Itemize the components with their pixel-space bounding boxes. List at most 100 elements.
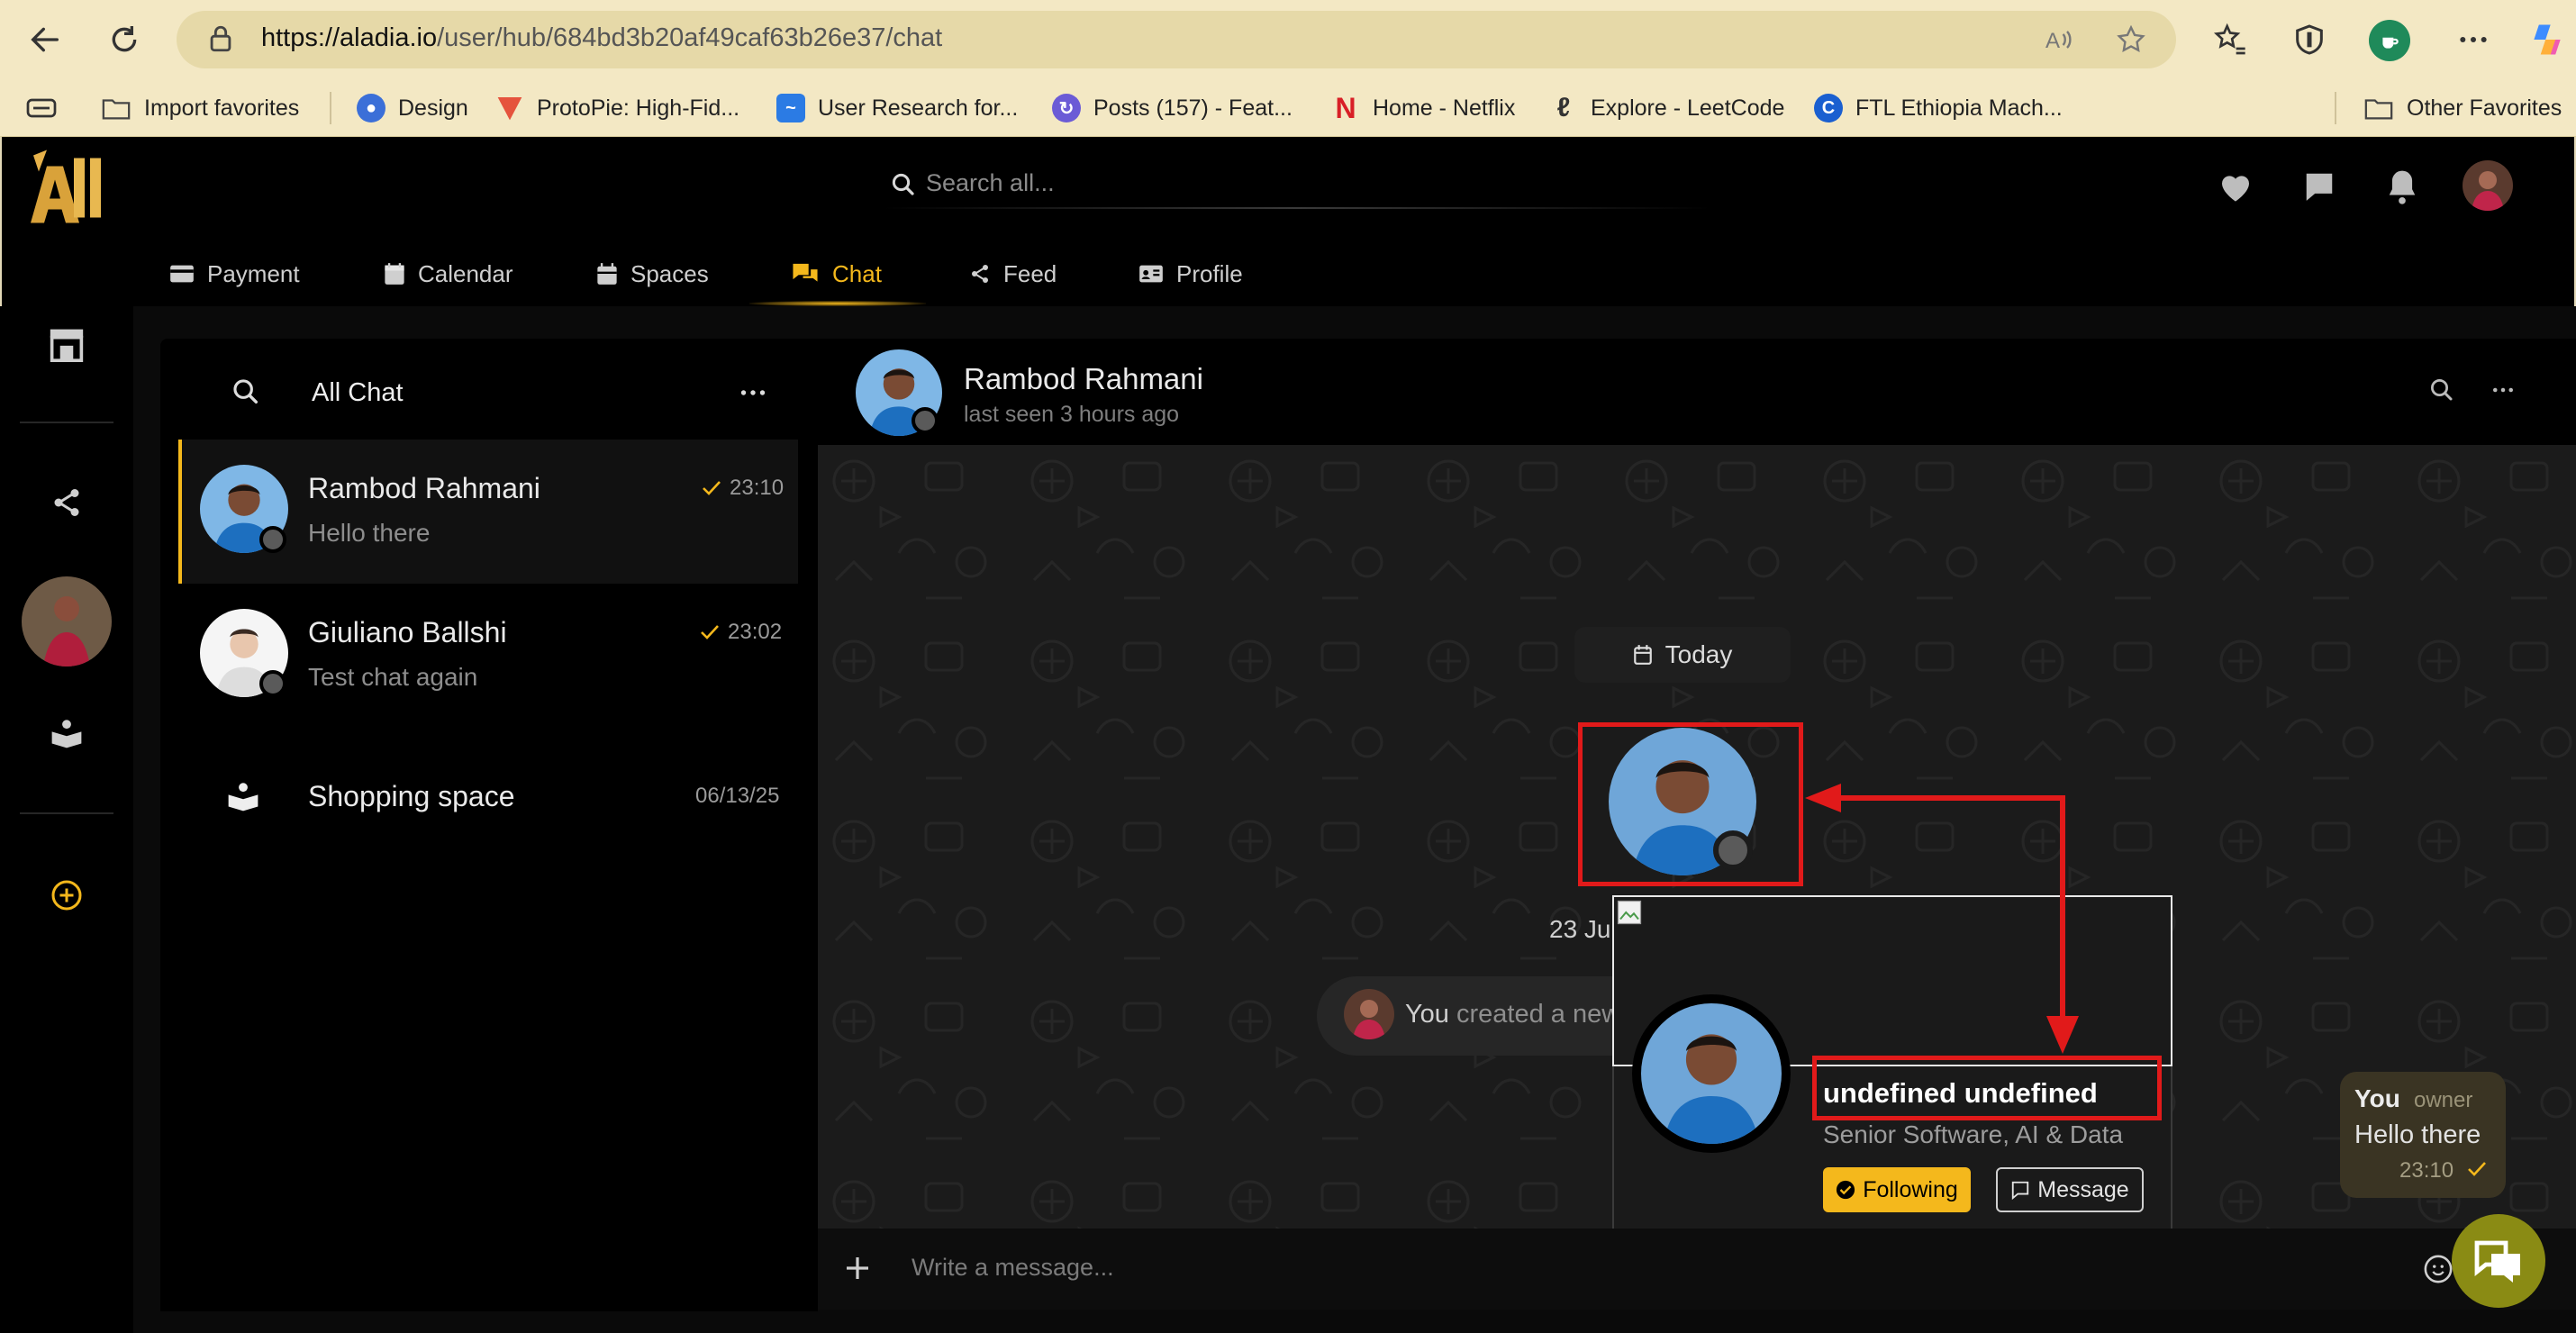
more-dots-icon[interactable] bbox=[2488, 376, 2518, 404]
bookmark-leetcode[interactable]: ℓ Explore - LeetCode bbox=[1549, 88, 1785, 128]
tab-label: Spaces bbox=[630, 259, 709, 287]
read-aloud-icon[interactable]: A bbox=[2043, 23, 2075, 56]
share-icon bbox=[969, 263, 991, 285]
svg-text:A: A bbox=[2045, 29, 2060, 53]
chat-time: 23:10 bbox=[701, 476, 784, 501]
bookmark-design[interactable]: ● Design bbox=[357, 88, 468, 128]
bookmark-other-favorites[interactable]: Other Favorites bbox=[2363, 88, 2562, 128]
tab-label: Chat bbox=[832, 259, 882, 287]
message-input[interactable]: Write a message... bbox=[912, 1254, 1114, 1282]
book-icon[interactable] bbox=[49, 717, 85, 749]
chat-time-text: 06/13/25 bbox=[695, 784, 780, 808]
more-dots-icon[interactable] bbox=[737, 376, 769, 409]
bookmark-ftl[interactable]: C FTL Ethiopia Mach... bbox=[1814, 88, 2063, 128]
search-icon bbox=[890, 171, 917, 198]
chat-name: Rambod Rahmani bbox=[308, 472, 540, 504]
support-chat-button[interactable] bbox=[2452, 1214, 2545, 1308]
plus-icon[interactable] bbox=[843, 1254, 872, 1283]
search-icon[interactable] bbox=[2428, 376, 2455, 404]
check-icon bbox=[701, 479, 722, 497]
following-button[interactable]: Following bbox=[1823, 1167, 1971, 1212]
protopie-icon bbox=[495, 94, 524, 122]
space-avatar[interactable] bbox=[22, 576, 112, 666]
messages-icon[interactable] bbox=[2302, 169, 2336, 204]
bookmark-user-research[interactable]: ~ User Research for... bbox=[776, 88, 1018, 128]
chat-time-text: 23:02 bbox=[728, 620, 783, 644]
tab-label: Payment bbox=[207, 259, 300, 287]
copilot-icon[interactable] bbox=[2527, 20, 2567, 59]
global-search[interactable]: Search all... bbox=[883, 160, 1711, 209]
store-icon[interactable] bbox=[47, 326, 86, 362]
bell-icon[interactable] bbox=[2385, 168, 2419, 205]
bookmark-posts[interactable]: ↻ Posts (157) - Feat... bbox=[1052, 88, 1293, 128]
bookmark-divider bbox=[330, 92, 331, 124]
annotation-highlight-name bbox=[1812, 1056, 2162, 1120]
chat-name: Shopping space bbox=[308, 780, 515, 812]
message-sender: You bbox=[2354, 1084, 2400, 1112]
tab-label: Feed bbox=[1003, 259, 1057, 287]
popover-avatar[interactable] bbox=[1641, 1003, 1782, 1144]
tab-actions-icon[interactable] bbox=[25, 94, 58, 122]
folder-icon bbox=[101, 95, 132, 122]
bookmark-label: Posts (157) - Feat... bbox=[1093, 95, 1293, 121]
chat-time-text: 23:10 bbox=[730, 476, 785, 500]
research-icon: ~ bbox=[776, 94, 805, 122]
bookmark-divider bbox=[2335, 92, 2336, 124]
add-circle-icon[interactable] bbox=[50, 879, 83, 911]
bookmark-label: Explore - LeetCode bbox=[1591, 95, 1785, 121]
message-button[interactable]: Message bbox=[1996, 1167, 2144, 1212]
heart-icon[interactable] bbox=[2218, 169, 2254, 204]
shield-icon[interactable] bbox=[2291, 22, 2327, 58]
bookmark-label: Other Favorites bbox=[2407, 95, 2562, 121]
credit-card-icon bbox=[169, 263, 195, 285]
back-arrow-icon[interactable] bbox=[27, 22, 63, 58]
tab-profile[interactable]: Profile bbox=[1138, 254, 1243, 294]
check-icon bbox=[699, 623, 721, 641]
message-time: 23:10 bbox=[2399, 1158, 2454, 1183]
bookmark-protopie[interactable]: ProtoPie: High-Fid... bbox=[495, 88, 739, 128]
user-avatar[interactable] bbox=[2463, 160, 2513, 211]
search-icon[interactable] bbox=[231, 376, 261, 407]
tab-payment[interactable]: Payment bbox=[169, 254, 300, 294]
bookmark-netflix[interactable]: N Home - Netflix bbox=[1331, 88, 1515, 128]
conversation-name: Rambod Rahmani bbox=[964, 362, 1203, 395]
tab-label: Profile bbox=[1176, 259, 1243, 287]
bookmark-label: ProtoPie: High-Fid... bbox=[537, 95, 740, 121]
chat-list-title: All Chat bbox=[312, 378, 404, 407]
favorites-icon[interactable] bbox=[2212, 22, 2248, 58]
chat-preview: Test chat again bbox=[308, 663, 478, 691]
folder-icon bbox=[2363, 95, 2394, 122]
calendar-icon bbox=[384, 262, 405, 286]
chat-name: Giuliano Ballshi bbox=[308, 616, 507, 648]
refresh-icon[interactable] bbox=[106, 22, 142, 58]
tab-feed[interactable]: Feed bbox=[969, 254, 1057, 294]
emoji-icon[interactable] bbox=[2423, 1254, 2454, 1284]
conversation-status: last seen 3 hours ago bbox=[964, 402, 1180, 427]
aladia-logo[interactable] bbox=[25, 144, 106, 225]
status-dot bbox=[259, 526, 286, 553]
tab-calendar[interactable]: Calendar bbox=[384, 254, 513, 294]
bookmark-label: Design bbox=[398, 95, 468, 121]
search-input[interactable]: Search all... bbox=[926, 169, 1055, 197]
chat-time: 23:02 bbox=[699, 620, 782, 645]
chat-icon bbox=[791, 261, 820, 286]
tab-chat[interactable]: Chat bbox=[791, 254, 882, 294]
check-icon bbox=[2466, 1160, 2488, 1178]
url-text[interactable]: https://aladia.io/user/hub/684bd3b20af49… bbox=[261, 23, 942, 53]
bookmark-import-favorites[interactable]: Import favorites bbox=[101, 88, 299, 128]
share-icon[interactable] bbox=[50, 486, 83, 519]
profile-coffee-icon[interactable] bbox=[2369, 20, 2410, 61]
palette-icon: ● bbox=[357, 94, 385, 122]
annotation-highlight-avatar bbox=[1578, 722, 1803, 886]
chat-time: 06/13/25 bbox=[695, 784, 779, 809]
following-label: Following bbox=[1863, 1176, 1958, 1202]
rail-divider bbox=[20, 812, 113, 814]
spaces-icon bbox=[596, 262, 618, 286]
popover-subtitle: Senior Software, AI & Data bbox=[1823, 1120, 2124, 1148]
more-dots-icon[interactable] bbox=[2455, 22, 2491, 58]
book-icon bbox=[225, 780, 261, 812]
lock-icon[interactable] bbox=[205, 23, 236, 54]
tab-spaces[interactable]: Spaces bbox=[596, 254, 709, 294]
search-underline bbox=[883, 207, 1711, 209]
star-icon[interactable] bbox=[2115, 23, 2147, 56]
